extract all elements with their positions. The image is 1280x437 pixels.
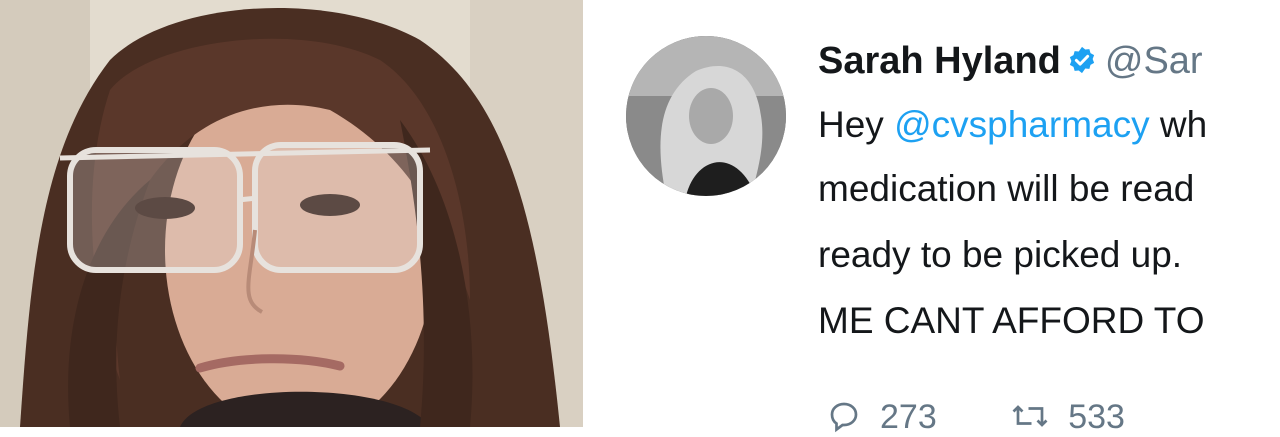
avatar[interactable] [626, 36, 786, 196]
tweet-author: Sarah Hyland @Sar [818, 38, 1203, 84]
photo-panel [0, 0, 583, 427]
author-handle[interactable]: @Sar [1105, 40, 1203, 82]
tweet-text-line-1: Hey @cvspharmacy wh [818, 102, 1207, 148]
tweet-text-segment: wh [1149, 104, 1208, 145]
retweet-icon [1012, 405, 1048, 427]
author-name[interactable]: Sarah Hyland [818, 40, 1061, 82]
tweet-text-line-2: medication will be read [818, 168, 1195, 209]
tweet-text-segment: Hey [818, 104, 895, 145]
reply-icon [830, 402, 858, 433]
profile-photo [626, 36, 786, 196]
tweet-text-line-4: ME CANT AFFORD TO [818, 300, 1205, 341]
tweet-actions: 273 533 [826, 398, 1189, 437]
mention-link[interactable]: @cvspharmacy [894, 104, 1150, 145]
retweet-button[interactable]: 533 [1010, 398, 1125, 437]
panel-divider [583, 0, 595, 427]
reply-button[interactable]: 273 [826, 398, 937, 437]
verified-badge-icon [1069, 46, 1094, 74]
woman-with-glasses-photo [0, 0, 583, 427]
reply-count: 273 [880, 398, 937, 436]
tweet-text-line-3: ready to be picked up. [818, 234, 1183, 275]
retweet-count: 533 [1068, 398, 1125, 436]
